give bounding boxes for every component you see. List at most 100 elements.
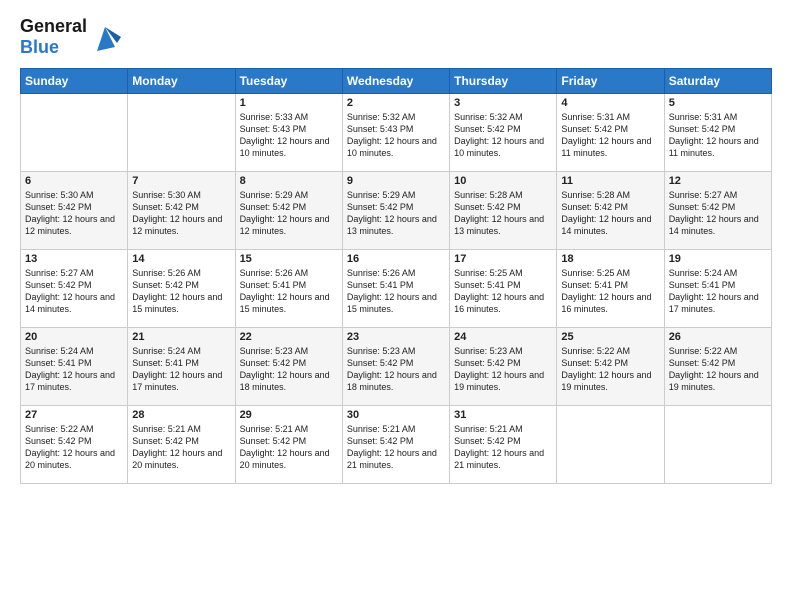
calendar: SundayMondayTuesdayWednesdayThursdayFrid… [20, 68, 772, 484]
logo-icon [89, 19, 121, 55]
day-content: Sunrise: 5:31 AM Sunset: 5:42 PM Dayligh… [561, 111, 659, 160]
day-content: Sunrise: 5:23 AM Sunset: 5:42 PM Dayligh… [347, 345, 445, 394]
calendar-cell: 16 Sunrise: 5:26 AM Sunset: 5:41 PM Dayli… [342, 250, 449, 328]
day-number: 22 [240, 331, 338, 343]
day-content: Sunrise: 5:26 AM Sunset: 5:42 PM Dayligh… [132, 267, 230, 316]
calendar-cell: 10 Sunrise: 5:28 AM Sunset: 5:42 PM Dayli… [450, 172, 557, 250]
calendar-cell: 30Sunrise: 5:21 AM Sunset: 5:42 PM Dayli… [342, 406, 449, 484]
day-content: Sunrise: 5:22 AM Sunset: 5:42 PM Dayligh… [669, 345, 767, 394]
day-number: 20 [25, 331, 123, 343]
day-content: Sunrise: 5:24 AM Sunset: 5:41 PM Dayligh… [132, 345, 230, 394]
calendar-week-row: 20 Sunrise: 5:24 AM Sunset: 5:41 PM Dayli… [21, 328, 772, 406]
day-content: Sunrise: 5:24 AM Sunset: 5:41 PM Dayligh… [669, 267, 767, 316]
day-number: 26 [669, 331, 767, 343]
day-number: 7 [132, 175, 230, 187]
calendar-header-row: SundayMondayTuesdayWednesdayThursdayFrid… [21, 69, 772, 94]
calendar-cell: 6Sunrise: 5:30 AM Sunset: 5:42 PM Daylig… [21, 172, 128, 250]
day-content: Sunrise: 5:25 AM Sunset: 5:41 PM Dayligh… [561, 267, 659, 316]
calendar-week-row: 6Sunrise: 5:30 AM Sunset: 5:42 PM Daylig… [21, 172, 772, 250]
day-content: Sunrise: 5:33 AM Sunset: 5:43 PM Dayligh… [240, 111, 338, 160]
calendar-cell: 9 Sunrise: 5:29 AM Sunset: 5:42 PM Daylig… [342, 172, 449, 250]
calendar-cell: 21 Sunrise: 5:24 AM Sunset: 5:41 PM Dayli… [128, 328, 235, 406]
day-number: 2 [347, 97, 445, 109]
day-content: Sunrise: 5:27 AM Sunset: 5:42 PM Dayligh… [669, 189, 767, 238]
day-number: 25 [561, 331, 659, 343]
calendar-cell: 8 Sunrise: 5:29 AM Sunset: 5:42 PM Daylig… [235, 172, 342, 250]
logo-container: GeneralBlue Blue [20, 16, 121, 58]
day-number: 4 [561, 97, 659, 109]
page: GeneralBlue Blue SundayMondayTuesdayWedn… [0, 0, 792, 612]
calendar-cell: 12 Sunrise: 5:27 AM Sunset: 5:42 PM Dayli… [664, 172, 771, 250]
day-content: Sunrise: 5:27 AM Sunset: 5:42 PM Dayligh… [25, 267, 123, 316]
day-content: Sunrise: 5:23 AM Sunset: 5:42 PM Dayligh… [240, 345, 338, 394]
day-number: 6 [25, 175, 123, 187]
day-number: 18 [561, 253, 659, 265]
day-number: 9 [347, 175, 445, 187]
calendar-cell: 28 Sunrise: 5:21 AM Sunset: 5:42 PM Dayli… [128, 406, 235, 484]
calendar-cell: 1Sunrise: 5:33 AM Sunset: 5:43 PM Daylig… [235, 94, 342, 172]
calendar-cell: 15Sunrise: 5:26 AM Sunset: 5:41 PM Dayli… [235, 250, 342, 328]
day-number: 27 [25, 409, 123, 421]
logo: GeneralBlue Blue [20, 16, 121, 58]
calendar-week-row: 1Sunrise: 5:33 AM Sunset: 5:43 PM Daylig… [21, 94, 772, 172]
calendar-cell: 23 Sunrise: 5:23 AM Sunset: 5:42 PM Dayli… [342, 328, 449, 406]
day-number: 21 [132, 331, 230, 343]
calendar-cell: 7Sunrise: 5:30 AM Sunset: 5:42 PM Daylig… [128, 172, 235, 250]
calendar-cell [128, 94, 235, 172]
calendar-cell: 31 Sunrise: 5:21 AM Sunset: 5:42 PM Dayli… [450, 406, 557, 484]
calendar-day-header: Sunday [21, 69, 128, 94]
calendar-cell: 3 Sunrise: 5:32 AM Sunset: 5:42 PM Daylig… [450, 94, 557, 172]
calendar-cell: 27 Sunrise: 5:22 AM Sunset: 5:42 PM Dayli… [21, 406, 128, 484]
day-number: 30 [347, 409, 445, 421]
calendar-day-header: Tuesday [235, 69, 342, 94]
day-number: 8 [240, 175, 338, 187]
day-number: 13 [25, 253, 123, 265]
day-content: Sunrise: 5:22 AM Sunset: 5:42 PM Dayligh… [561, 345, 659, 394]
calendar-cell [21, 94, 128, 172]
day-content: Sunrise: 5:29 AM Sunset: 5:42 PM Dayligh… [240, 189, 338, 238]
day-content: Sunrise: 5:23 AM Sunset: 5:42 PM Dayligh… [454, 345, 552, 394]
calendar-cell: 2 Sunrise: 5:32 AM Sunset: 5:43 PM Daylig… [342, 94, 449, 172]
calendar-cell: 26 Sunrise: 5:22 AM Sunset: 5:42 PM Dayli… [664, 328, 771, 406]
calendar-day-header: Friday [557, 69, 664, 94]
day-content: Sunrise: 5:31 AM Sunset: 5:42 PM Dayligh… [669, 111, 767, 160]
calendar-week-row: 27 Sunrise: 5:22 AM Sunset: 5:42 PM Dayli… [21, 406, 772, 484]
day-number: 24 [454, 331, 552, 343]
header: GeneralBlue Blue [20, 16, 772, 58]
calendar-day-header: Saturday [664, 69, 771, 94]
calendar-cell [664, 406, 771, 484]
day-number: 28 [132, 409, 230, 421]
day-number: 16 [347, 253, 445, 265]
calendar-cell: 29Sunrise: 5:21 AM Sunset: 5:42 PM Dayli… [235, 406, 342, 484]
calendar-cell: 20Sunrise: 5:24 AM Sunset: 5:41 PM Dayli… [21, 328, 128, 406]
calendar-cell: 22 Sunrise: 5:23 AM Sunset: 5:42 PM Dayli… [235, 328, 342, 406]
day-number: 3 [454, 97, 552, 109]
day-number: 14 [132, 253, 230, 265]
day-content: Sunrise: 5:32 AM Sunset: 5:42 PM Dayligh… [454, 111, 552, 160]
day-number: 12 [669, 175, 767, 187]
calendar-cell: 5Sunrise: 5:31 AM Sunset: 5:42 PM Daylig… [664, 94, 771, 172]
day-content: Sunrise: 5:22 AM Sunset: 5:42 PM Dayligh… [25, 423, 123, 472]
day-content: Sunrise: 5:32 AM Sunset: 5:43 PM Dayligh… [347, 111, 445, 160]
calendar-cell: 13 Sunrise: 5:27 AM Sunset: 5:42 PM Dayli… [21, 250, 128, 328]
calendar-cell: 24 Sunrise: 5:23 AM Sunset: 5:42 PM Dayli… [450, 328, 557, 406]
day-content: Sunrise: 5:21 AM Sunset: 5:42 PM Dayligh… [132, 423, 230, 472]
calendar-cell: 19 Sunrise: 5:24 AM Sunset: 5:41 PM Dayli… [664, 250, 771, 328]
day-content: Sunrise: 5:28 AM Sunset: 5:42 PM Dayligh… [454, 189, 552, 238]
day-number: 31 [454, 409, 552, 421]
day-number: 11 [561, 175, 659, 187]
calendar-cell: 18 Sunrise: 5:25 AM Sunset: 5:41 PM Dayli… [557, 250, 664, 328]
day-content: Sunrise: 5:26 AM Sunset: 5:41 PM Dayligh… [347, 267, 445, 316]
day-number: 29 [240, 409, 338, 421]
day-number: 17 [454, 253, 552, 265]
day-number: 23 [347, 331, 445, 343]
day-content: Sunrise: 5:25 AM Sunset: 5:41 PM Dayligh… [454, 267, 552, 316]
day-content: Sunrise: 5:28 AM Sunset: 5:42 PM Dayligh… [561, 189, 659, 238]
calendar-week-row: 13 Sunrise: 5:27 AM Sunset: 5:42 PM Dayli… [21, 250, 772, 328]
day-number: 10 [454, 175, 552, 187]
calendar-cell [557, 406, 664, 484]
calendar-cell: 25 Sunrise: 5:22 AM Sunset: 5:42 PM Dayli… [557, 328, 664, 406]
day-content: Sunrise: 5:29 AM Sunset: 5:42 PM Dayligh… [347, 189, 445, 238]
day-number: 19 [669, 253, 767, 265]
day-content: Sunrise: 5:21 AM Sunset: 5:42 PM Dayligh… [454, 423, 552, 472]
